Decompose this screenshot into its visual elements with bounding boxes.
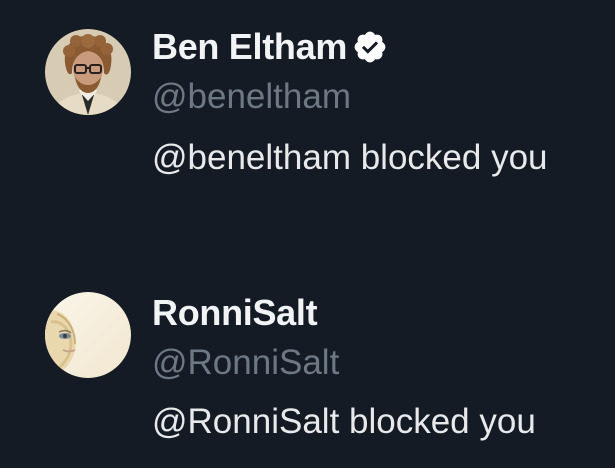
name-row: Ben Eltham: [152, 22, 595, 72]
user-cell-body: RonniSalt @RonniSalt @RonniSalt blocked …: [152, 288, 595, 448]
avatar-image: [45, 292, 131, 378]
verified-badge-icon: [352, 29, 388, 65]
user-handle[interactable]: @RonniSalt: [152, 340, 595, 386]
avatar-image: [45, 29, 131, 115]
display-name[interactable]: Ben Eltham: [152, 22, 347, 72]
display-name[interactable]: RonniSalt: [152, 288, 318, 338]
blocked-status-text: @beneltham blocked you: [152, 138, 548, 177]
avatar[interactable]: [45, 29, 131, 115]
name-row: RonniSalt: [152, 288, 595, 338]
user-cell-beneltham[interactable]: Ben Eltham @beneltham @beneltham blocked…: [0, 0, 615, 260]
user-cell-body: Ben Eltham @beneltham @beneltham blocked…: [152, 22, 595, 184]
blocked-status-text: @RonniSalt blocked you: [152, 402, 536, 441]
user-handle[interactable]: @beneltham: [152, 74, 595, 120]
user-cell-ronnisalt[interactable]: RonniSalt @RonniSalt @RonniSalt blocked …: [0, 268, 615, 468]
avatar[interactable]: [45, 292, 131, 378]
